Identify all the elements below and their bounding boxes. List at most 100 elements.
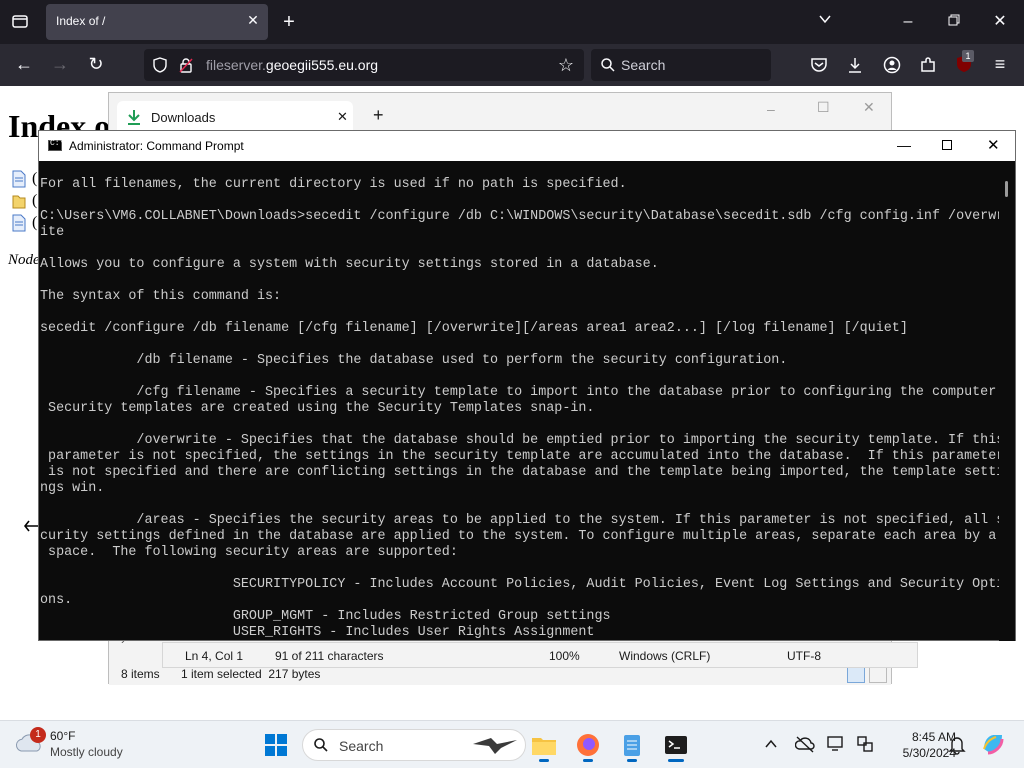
downloads-icon[interactable]	[846, 56, 864, 79]
extensions-icon[interactable]	[919, 56, 937, 79]
browser-tab-title: Index of /	[56, 14, 106, 28]
search-label: Search	[339, 738, 384, 754]
chevron-up-icon[interactable]	[764, 737, 778, 754]
close-tab-icon[interactable]: ✕	[244, 12, 262, 30]
url-bar[interactable]: fileserver.geoegii555.eu.org ☆	[144, 49, 584, 81]
shield-icon[interactable]	[152, 57, 168, 78]
folder-icon	[12, 192, 26, 215]
console-line: ite	[40, 225, 65, 240]
close-tab-icon[interactable]: ✕	[337, 109, 348, 125]
zoom-level: 100%	[549, 649, 580, 663]
console-line: Allows you to configure a system with se…	[40, 257, 659, 272]
weather-temperature[interactable]: 60°F	[50, 729, 75, 743]
menu-icon[interactable]: ≡	[990, 54, 1010, 74]
url-prefix: fileserver.	[206, 57, 266, 73]
search-icon	[313, 737, 329, 758]
taskbar-search[interactable]: Search	[302, 729, 526, 761]
minimize-icon[interactable]: –	[898, 12, 918, 32]
character-count: 91 of 211 characters	[275, 649, 384, 663]
taskbar: 1 60°F Mostly cloudy Search 8:45 AM 5/30…	[0, 720, 1024, 768]
insecure-lock-icon[interactable]	[178, 57, 194, 78]
close-window-icon[interactable]: ✕	[987, 136, 1000, 154]
firefox-icon[interactable]	[572, 729, 604, 762]
console-line: parameter is not specified, the settings…	[40, 449, 999, 464]
encoding: UTF-8	[787, 649, 821, 663]
line-ending: Windows (CRLF)	[619, 649, 711, 663]
weather-condition[interactable]: Mostly cloudy	[50, 745, 123, 759]
download-arrow-icon	[127, 109, 141, 130]
onedrive-offline-icon[interactable]	[794, 735, 815, 758]
browser-nav-bar: ← → ↻ fileserver.geoegii555.eu.org ☆ Sea…	[0, 44, 1024, 86]
terminal-icon[interactable]	[660, 729, 692, 762]
console-line: The syntax of this command is:	[40, 289, 282, 304]
windows-start-icon[interactable]	[264, 733, 288, 762]
chevron-down-icon[interactable]	[815, 12, 835, 32]
console-line: GROUP_MGMT - Includes Restricted Group s…	[40, 609, 611, 624]
clock-time: 8:45 AM	[911, 730, 956, 744]
console-line: ngs win.	[40, 481, 105, 496]
console-line: For all filenames, the current directory…	[40, 177, 627, 192]
selection-info: 1 item selected 217 bytes	[181, 667, 321, 681]
url-host: geoegii555.eu.org	[265, 57, 379, 73]
console-line: is not specified and there are conflicti…	[40, 465, 999, 480]
close-window-icon[interactable]: ✕	[863, 99, 875, 116]
clock-date: 5/30/2024	[902, 746, 956, 760]
browser-tab[interactable]: Index of / ✕	[46, 4, 268, 40]
item-count: 8 items	[121, 667, 160, 681]
new-tab-icon[interactable]: +	[279, 12, 299, 32]
network-icon[interactable]	[855, 735, 875, 758]
close-window-icon[interactable]: ✕	[990, 12, 1010, 32]
scrollbar[interactable]	[999, 161, 1015, 641]
url-text[interactable]: fileserver.geoegii555.eu.org	[206, 57, 378, 73]
console-line: ons.	[40, 593, 73, 608]
ublock-extension-icon[interactable]: 1	[954, 50, 976, 76]
display-icon[interactable]	[826, 735, 846, 758]
notification-bell-icon[interactable]	[948, 735, 966, 760]
console-output: For all filenames, the current directory…	[40, 177, 999, 641]
file-explorer-icon[interactable]	[528, 729, 560, 762]
cmd-title: Administrator: Command Prompt	[69, 139, 244, 153]
pocket-icon[interactable]	[810, 56, 828, 79]
cmd-console[interactable]: For all filenames, the current directory…	[39, 161, 999, 641]
forward-icon[interactable]: →	[50, 54, 70, 74]
minimize-icon[interactable]: —	[897, 137, 911, 153]
document-icon	[12, 214, 26, 237]
console-line: /cfg filename - Specifies a security tem…	[40, 385, 999, 400]
cmd-title-bar[interactable]: C:\ Administrator: Command Prompt — ✕	[39, 131, 1015, 161]
command-prompt-window[interactable]: C:\ Administrator: Command Prompt — ✕ Fo…	[38, 130, 1016, 641]
explorer-tab-title: Downloads	[151, 110, 216, 125]
console-line: SECURITYPOLICY - Includes Account Polici…	[40, 577, 999, 592]
reload-icon[interactable]: ↻	[86, 54, 106, 74]
scrollbar-thumb[interactable]	[1005, 181, 1008, 197]
maximize-icon[interactable]: ☐	[817, 99, 830, 116]
notepad-icon[interactable]	[616, 729, 648, 762]
console-line: space. The following security areas are …	[40, 545, 458, 560]
cmd-app-icon: C:\	[48, 139, 64, 151]
copilot-icon[interactable]	[980, 731, 1006, 762]
back-icon[interactable]: ←	[14, 54, 34, 74]
console-line: USER_RIGHTS - Includes User Rights Assig…	[40, 625, 595, 640]
page-footer: Node	[8, 252, 40, 268]
account-icon[interactable]	[883, 56, 901, 79]
minimize-icon[interactable]: –	[767, 101, 775, 117]
search-icon	[600, 57, 616, 78]
search-bar[interactable]: Search	[591, 49, 771, 81]
new-tab-icon[interactable]: +	[373, 105, 384, 126]
bookmark-star-icon[interactable]: ☆	[556, 55, 576, 75]
cursor-position: Ln 4, Col 1	[185, 649, 244, 663]
weather-badge: 1	[30, 727, 46, 743]
search-highlight-bird-icon	[471, 734, 519, 761]
console-line: C:\Users\VM6.COLLABNET\Downloads>secedit…	[40, 209, 999, 224]
maximize-icon[interactable]	[942, 140, 952, 150]
console-line: /areas - Specifies the security areas to…	[40, 513, 999, 528]
restore-icon[interactable]	[944, 12, 964, 32]
tab-list-icon[interactable]	[10, 12, 30, 36]
clock[interactable]: 8:45 AM 5/30/2024	[880, 729, 956, 761]
document-icon	[12, 170, 26, 193]
